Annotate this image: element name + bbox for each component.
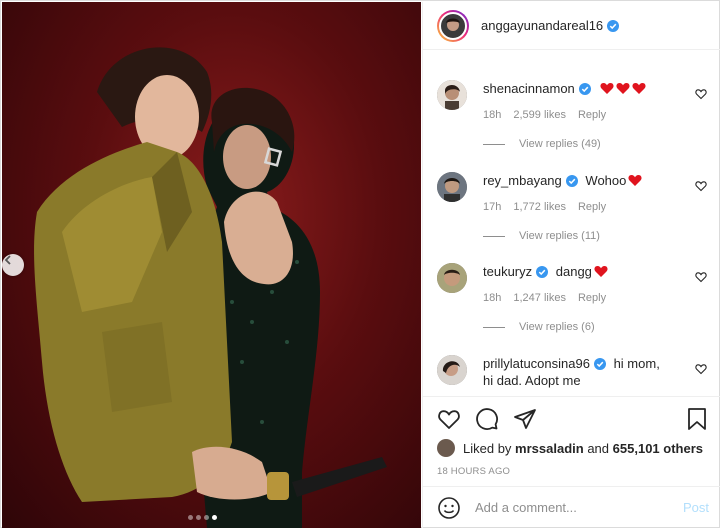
verified-badge-icon [607, 19, 620, 32]
view-replies-button[interactable]: View replies (11) [483, 230, 683, 242]
comment-time: 18h [483, 109, 502, 121]
comment-avatar[interactable] [437, 355, 467, 385]
smiley-icon[interactable] [437, 496, 461, 520]
comment-meta: 18h 2,599 likes Reply [483, 109, 683, 121]
comment-reply-button[interactable]: Reply [578, 201, 606, 213]
liked-by-and: and [587, 440, 610, 456]
post-header: anggayunandareal16 [423, 2, 720, 50]
liker-avatar [437, 439, 455, 457]
carousel-dots [188, 515, 217, 520]
comment-username[interactable]: shenacinnamon [483, 81, 575, 96]
post-side-panel: anggayunandareal16 shenacinnamon 18h 2,5… [422, 2, 720, 528]
replies-divider [483, 235, 505, 237]
red-heart-emoji-icon [632, 83, 646, 94]
carousel-dot [212, 515, 217, 520]
comment-bubble-icon[interactable] [475, 407, 499, 431]
comment-likes[interactable]: 1,772 likes [513, 201, 566, 213]
comment-username[interactable]: prillylatuconsina96 [483, 356, 590, 371]
comment-meta: 18h 1,247 likes Reply [483, 292, 683, 304]
comment-body: shenacinnamon 18h 2,599 likes Reply View… [483, 80, 683, 150]
view-replies-button[interactable]: View replies (6) [483, 321, 683, 333]
comment-message-line1: hi mom, [613, 356, 660, 371]
red-heart-emoji-icon [628, 175, 642, 186]
comment-reply-button[interactable]: Reply [578, 292, 606, 304]
replies-divider [483, 143, 505, 145]
comment-like-heart-icon[interactable] [695, 88, 707, 100]
action-buttons [437, 407, 537, 431]
comment-avatar[interactable] [437, 172, 467, 202]
liked-by-others[interactable]: 655,101 others [613, 441, 703, 456]
comment-meta: 17h 1,772 likes Reply [483, 201, 683, 213]
comment-username[interactable]: rey_mbayang [483, 173, 562, 188]
post-timestamp[interactable]: 18 HOURS AGO [437, 466, 510, 477]
comment-text: teukuryz dangg [483, 263, 683, 280]
view-replies-button[interactable]: View replies (49) [483, 138, 683, 150]
comment-input[interactable] [475, 500, 675, 515]
comment-username[interactable]: teukuryz [483, 264, 532, 279]
author-avatar[interactable] [437, 9, 469, 42]
comments-list[interactable]: shenacinnamon 18h 2,599 likes Reply View… [423, 51, 720, 396]
heart-outline-icon[interactable] [437, 407, 461, 431]
author-avatar-image [439, 11, 467, 40]
comment-body: prillylatuconsina96 hi mom, hi dad. Adop… [483, 355, 683, 389]
liked-by-user[interactable]: mrssaladin [515, 441, 584, 456]
red-heart-emoji-icon [616, 83, 630, 94]
comment-like-heart-icon[interactable] [695, 271, 707, 283]
post-photo[interactable] [2, 2, 421, 528]
paper-plane-icon[interactable] [513, 407, 537, 431]
view-replies-label: View replies (49) [519, 138, 601, 150]
comment-message-line2: hi dad. Adopt me [483, 373, 581, 388]
red-heart-emoji-icon [600, 83, 614, 94]
comment-reply-button[interactable]: Reply [578, 109, 606, 121]
comment-text: prillylatuconsina96 hi mom, hi dad. Adop… [483, 355, 683, 389]
liked-by-prefix: Liked by [463, 440, 512, 456]
comment-avatar[interactable] [437, 263, 467, 293]
verified-badge-icon [593, 358, 606, 370]
verified-badge-icon [578, 83, 591, 95]
comment-likes[interactable]: 1,247 likes [513, 292, 566, 304]
view-replies-label: View replies (6) [519, 321, 595, 333]
comment-body: teukuryz dangg 18h 1,247 likes Reply Vie… [483, 263, 683, 333]
comment-time: 17h [483, 201, 502, 213]
author-username[interactable]: anggayunandareal16 [481, 18, 603, 33]
comment-like-heart-icon[interactable] [695, 180, 707, 192]
red-heart-emoji-icon [594, 266, 608, 277]
comment-like-heart-icon[interactable] [695, 363, 707, 375]
carousel-prev-button[interactable] [2, 254, 24, 276]
comment-message: dangg [555, 264, 592, 279]
instagram-post-frame: anggayunandareal16 shenacinnamon 18h 2,5… [0, 0, 720, 528]
liked-by-summary[interactable]: Liked by mrssaladin and 655,101 others [437, 439, 703, 457]
photo-illustration [34, 47, 387, 528]
chevron-left-icon [4, 255, 11, 265]
post-comment-button[interactable]: Post [683, 500, 709, 515]
view-replies-label: View replies (11) [519, 230, 600, 242]
carousel-dot [188, 515, 193, 520]
replies-divider [483, 326, 505, 328]
comment-message: Wohoo [585, 173, 627, 188]
comment-text: shenacinnamon [483, 80, 683, 97]
verified-badge-icon [565, 175, 578, 187]
comment-text: rey_mbayang Wohoo [483, 172, 683, 189]
comment-avatar[interactable] [437, 80, 467, 110]
comment-body: rey_mbayang Wohoo 17h 1,772 likes Reply … [483, 172, 683, 242]
comment-time: 18h [483, 292, 502, 304]
add-comment-bar: Post [423, 486, 720, 528]
post-actions: Liked by mrssaladin and 655,101 others 1… [423, 396, 720, 486]
bookmark-icon[interactable] [685, 407, 709, 431]
comment-likes[interactable]: 2,599 likes [513, 109, 566, 121]
verified-badge-icon [536, 266, 549, 278]
carousel-dot [196, 515, 201, 520]
carousel-dot [204, 515, 209, 520]
